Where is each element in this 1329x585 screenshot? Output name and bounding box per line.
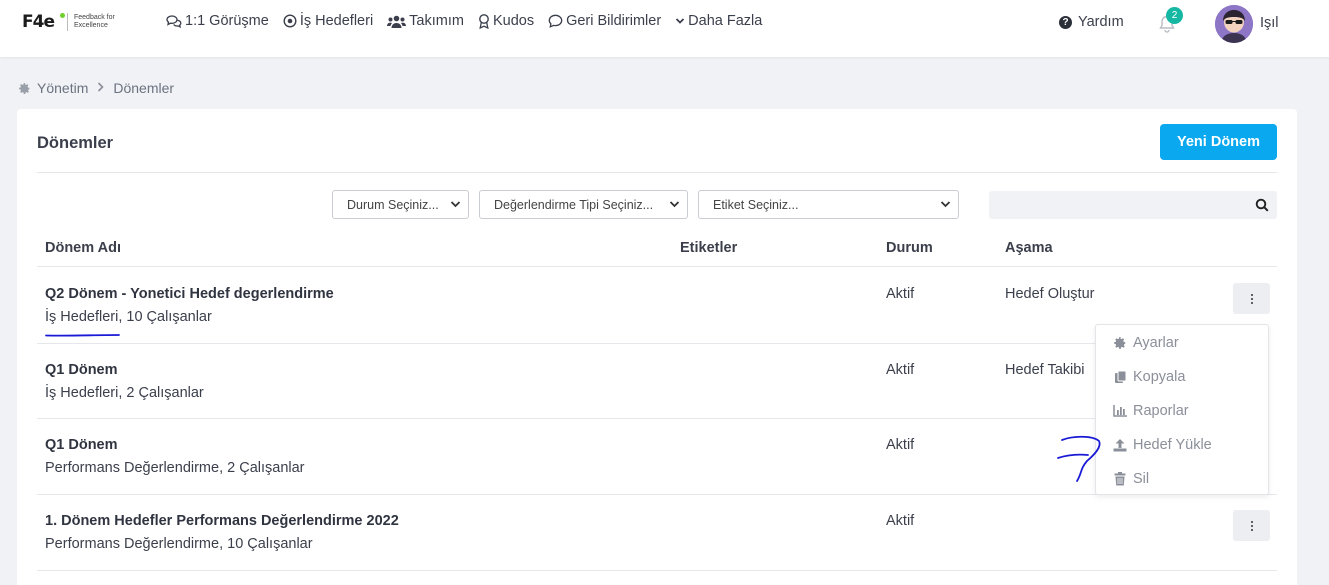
nav-item-label: 1:1 Görüşme [185,13,269,29]
row-divider [37,494,1277,495]
table-row-title[interactable]: 1. Dönem Hedefler Performans Değerlendir… [45,513,399,529]
users-icon [387,15,407,28]
upload-icon [1113,438,1127,452]
logo-mark: F4e [22,12,55,32]
annotation-scribble [1057,435,1101,482]
menu-item-reports[interactable]: Raporlar [1113,403,1189,419]
logo-tagline-line-1: Feedback for [73,14,115,21]
nav-item-team[interactable]: Takımım [387,12,464,30]
row-actions-button[interactable] [1233,283,1270,314]
row-divider [37,418,1097,419]
logo-dot [60,13,65,18]
table-row-stage: Hedef Takibi [1005,362,1085,378]
search-icon[interactable] [1255,198,1269,212]
menu-item-label: Ayarlar [1133,335,1179,351]
target-icon [283,14,297,28]
menu-item-label: Sil [1133,471,1150,487]
table-row-subtitle: Performans Değerlendirme, 2 Çalışanlar [45,460,305,476]
tag-filter-select[interactable]: Etiket Seçiniz... [698,190,959,219]
award-icon [478,13,490,29]
table-row-title[interactable]: Q1 Dönem [45,362,118,378]
chevron-down-icon [675,17,685,25]
table-row-subtitle: İş Hedefleri, 2 Çalışanlar [45,385,204,401]
status-filter-select[interactable]: Durum Seçiniz... [332,190,469,219]
nav-item-label: Takımım [409,13,464,29]
table-row-title[interactable]: Q2 Dönem - Yonetici Hedef degerlendirme [45,286,334,302]
search-box [989,191,1277,219]
trash-icon [1113,472,1127,486]
menu-item-label: Kopyala [1133,369,1186,385]
status-filter-value: Durum Seçiniz... [347,197,439,212]
page-title: Dönemler [37,134,114,152]
logo[interactable]: F4e Feedback for Excellence [22,12,134,32]
breadcrumb: Yönetim Dönemler [18,80,174,96]
logo-tagline: Feedback for Excellence [74,14,134,30]
eval-type-filter-select[interactable]: Değerlendirme Tipi Seçiniz... [479,190,688,219]
row-actions-button[interactable] [1233,510,1270,541]
chevron-down-icon [450,201,461,208]
row-divider [37,343,1097,344]
help-link[interactable]: ? Yardım [1059,14,1124,30]
nav-item-goals[interactable]: İş Hedefleri [283,12,373,30]
menu-item-label: Hedef Yükle [1133,437,1212,453]
divider [37,172,1277,173]
eval-type-filter-value: Değerlendirme Tipi Seçiniz... [494,197,654,212]
breadcrumb-current: Dönemler [113,80,175,96]
row-divider [37,266,1277,267]
column-header-name[interactable]: Dönem Adı [45,240,121,256]
breadcrumb-root[interactable]: Yönetim [37,80,88,96]
table-row-status: Aktif [886,286,915,302]
search-input[interactable] [989,191,1239,219]
question-icon: ? [1059,15,1072,29]
menu-item-delete[interactable]: Sil [1113,471,1149,487]
column-header-stage[interactable]: Aşama [1005,240,1053,256]
table-row-status: Aktif [886,362,915,378]
nav-item-label: Kudos [492,13,535,29]
nav-item-more[interactable]: Daha Fazla [675,12,762,30]
table-row-subtitle: İş Hedefleri, 10 Çalışanlar [45,309,212,325]
row-actions-menu: Ayarlar Kopyala Raporlar Hedef Yükle Sil [1095,324,1269,495]
table-row-stage: Hedef Oluştur [1005,286,1095,302]
help-label: Yardım [1078,14,1124,30]
new-period-button[interactable]: Yeni Dönem [1160,124,1277,160]
table-row-status: Aktif [886,437,915,453]
gear-icon [19,82,30,94]
user-name[interactable]: Işıl [1260,15,1279,31]
comment-icon [548,14,563,28]
top-navbar: F4e Feedback for Excellence 1:1 Görüşme … [0,0,1329,57]
logo-tagline-line-2: Excellence [73,22,108,29]
chat-icon [166,14,182,28]
column-header-tags[interactable]: Etiketler [680,240,737,256]
copy-icon [1113,370,1127,384]
chevron-down-icon [669,201,680,208]
nav-item-label: İş Hedefleri [299,13,374,29]
gear-icon [1113,336,1127,350]
breadcrumb-chevron-icon [97,81,104,95]
menu-item-upload-goals[interactable]: Hedef Yükle [1113,437,1212,453]
main-nav: 1:1 Görüşme İş Hedefleri Takımım Kudos G… [166,12,776,30]
menu-item-settings[interactable]: Ayarlar [1113,335,1179,351]
nav-item-feedback[interactable]: Geri Bildirimler [548,12,661,30]
table-row-status: Aktif [886,513,915,529]
notification-badge: 2 [1166,7,1183,24]
menu-item-label: Raporlar [1133,403,1189,419]
row-divider [37,570,1277,571]
tag-filter-value: Etiket Seçiniz... [713,197,799,212]
logo-divider [66,13,68,31]
nav-item-label: Geri Bildirimler [566,13,662,29]
nav-item-one-on-one[interactable]: 1:1 Görüşme [166,12,269,30]
chart-icon [1113,404,1127,418]
table-row-subtitle: Performans Değerlendirme, 10 Çalışanlar [45,536,313,552]
table-row-title[interactable]: Q1 Dönem [45,437,118,453]
annotation-underline [45,334,120,337]
nav-item-label: Daha Fazla [688,13,763,29]
menu-item-copy[interactable]: Kopyala [1113,369,1185,385]
nav-item-kudos[interactable]: Kudos [478,12,534,30]
avatar[interactable] [1215,5,1253,43]
column-header-status[interactable]: Durum [886,240,933,256]
chevron-down-icon [940,201,951,208]
